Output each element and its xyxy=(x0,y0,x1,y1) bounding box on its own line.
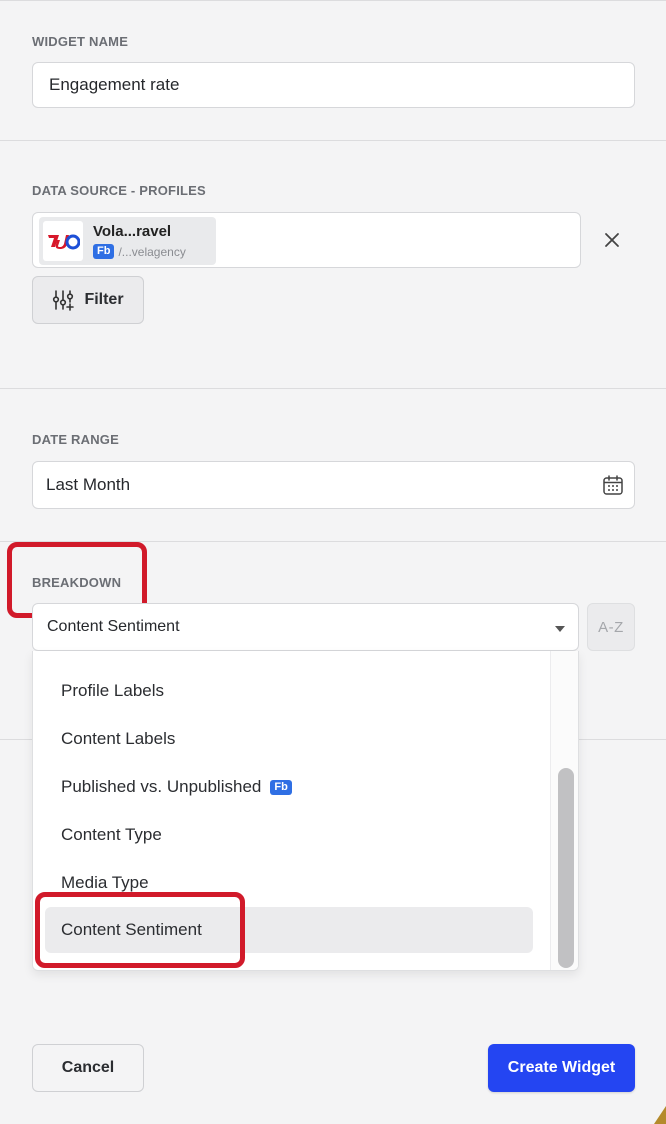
cancel-button[interactable]: Cancel xyxy=(32,1044,144,1092)
section-divider xyxy=(0,541,666,542)
facebook-badge: Fb xyxy=(270,779,292,795)
profile-logo-icon xyxy=(48,234,80,250)
section-divider xyxy=(0,388,666,389)
profile-meta: Fb /...velagency xyxy=(93,244,186,259)
profile-chip[interactable]: Vola...ravel Fb /...velagency xyxy=(39,217,216,265)
corner-decoration xyxy=(654,1106,666,1124)
breakdown-select[interactable]: Content Sentiment xyxy=(32,603,579,651)
sliders-icon xyxy=(53,290,75,311)
dropdown-option-content-labels[interactable]: Content Labels xyxy=(45,716,533,762)
profile-logo xyxy=(43,221,83,261)
option-label: Content Sentiment xyxy=(61,920,202,939)
date-range-label: DATE RANGE xyxy=(32,432,119,447)
sort-az-button[interactable]: A-Z xyxy=(587,603,635,651)
option-label: Profile Labels xyxy=(61,681,165,700)
data-source-label: DATA SOURCE - PROFILES xyxy=(32,183,206,198)
section-divider xyxy=(0,140,666,141)
widget-name-value: Engagement rate xyxy=(49,75,180,94)
close-icon xyxy=(605,233,619,247)
dropdown-option-media-type[interactable]: Media Type xyxy=(45,860,533,906)
dropdown-scrollbar-thumb[interactable] xyxy=(558,768,574,968)
widget-name-label: WIDGET NAME xyxy=(32,34,129,49)
dropdown-option-content-sentiment[interactable]: Content Sentiment xyxy=(45,907,533,953)
top-divider xyxy=(0,0,666,1)
date-range-input[interactable]: Last Month xyxy=(32,461,635,509)
dropdown-option-content-type[interactable]: Content Type xyxy=(45,812,533,858)
filter-button[interactable]: Filter xyxy=(32,276,144,324)
date-range-value: Last Month xyxy=(46,475,131,494)
profile-selector[interactable]: Vola...ravel Fb /...velagency xyxy=(32,212,581,268)
caret-up-icon xyxy=(555,626,565,632)
filter-button-label: Filter xyxy=(84,291,124,308)
profile-handle: /...velagency xyxy=(118,244,186,259)
option-label: Content Labels xyxy=(61,729,176,748)
breakdown-selected-value: Content Sentiment xyxy=(47,618,180,635)
facebook-badge: Fb xyxy=(93,244,115,259)
breakdown-dropdown[interactable]: Profile Labels Content Labels Published … xyxy=(32,651,579,971)
option-label: Media Type xyxy=(61,873,149,892)
breakdown-label: BREAKDOWN xyxy=(32,575,122,590)
dropdown-option-profile-labels[interactable]: Profile Labels xyxy=(45,668,533,714)
option-label: Content Type xyxy=(61,825,162,844)
dropdown-option-published-vs-unpublished[interactable]: Published vs. Unpublished Fb xyxy=(45,764,533,810)
create-widget-button[interactable]: Create Widget xyxy=(488,1044,635,1092)
profile-name: Vola...ravel xyxy=(93,223,172,240)
calendar-icon[interactable] xyxy=(602,474,624,496)
remove-profile-button[interactable] xyxy=(600,228,624,252)
widget-name-input[interactable]: Engagement rate xyxy=(32,62,635,108)
option-label: Published vs. Unpublished xyxy=(61,777,262,796)
